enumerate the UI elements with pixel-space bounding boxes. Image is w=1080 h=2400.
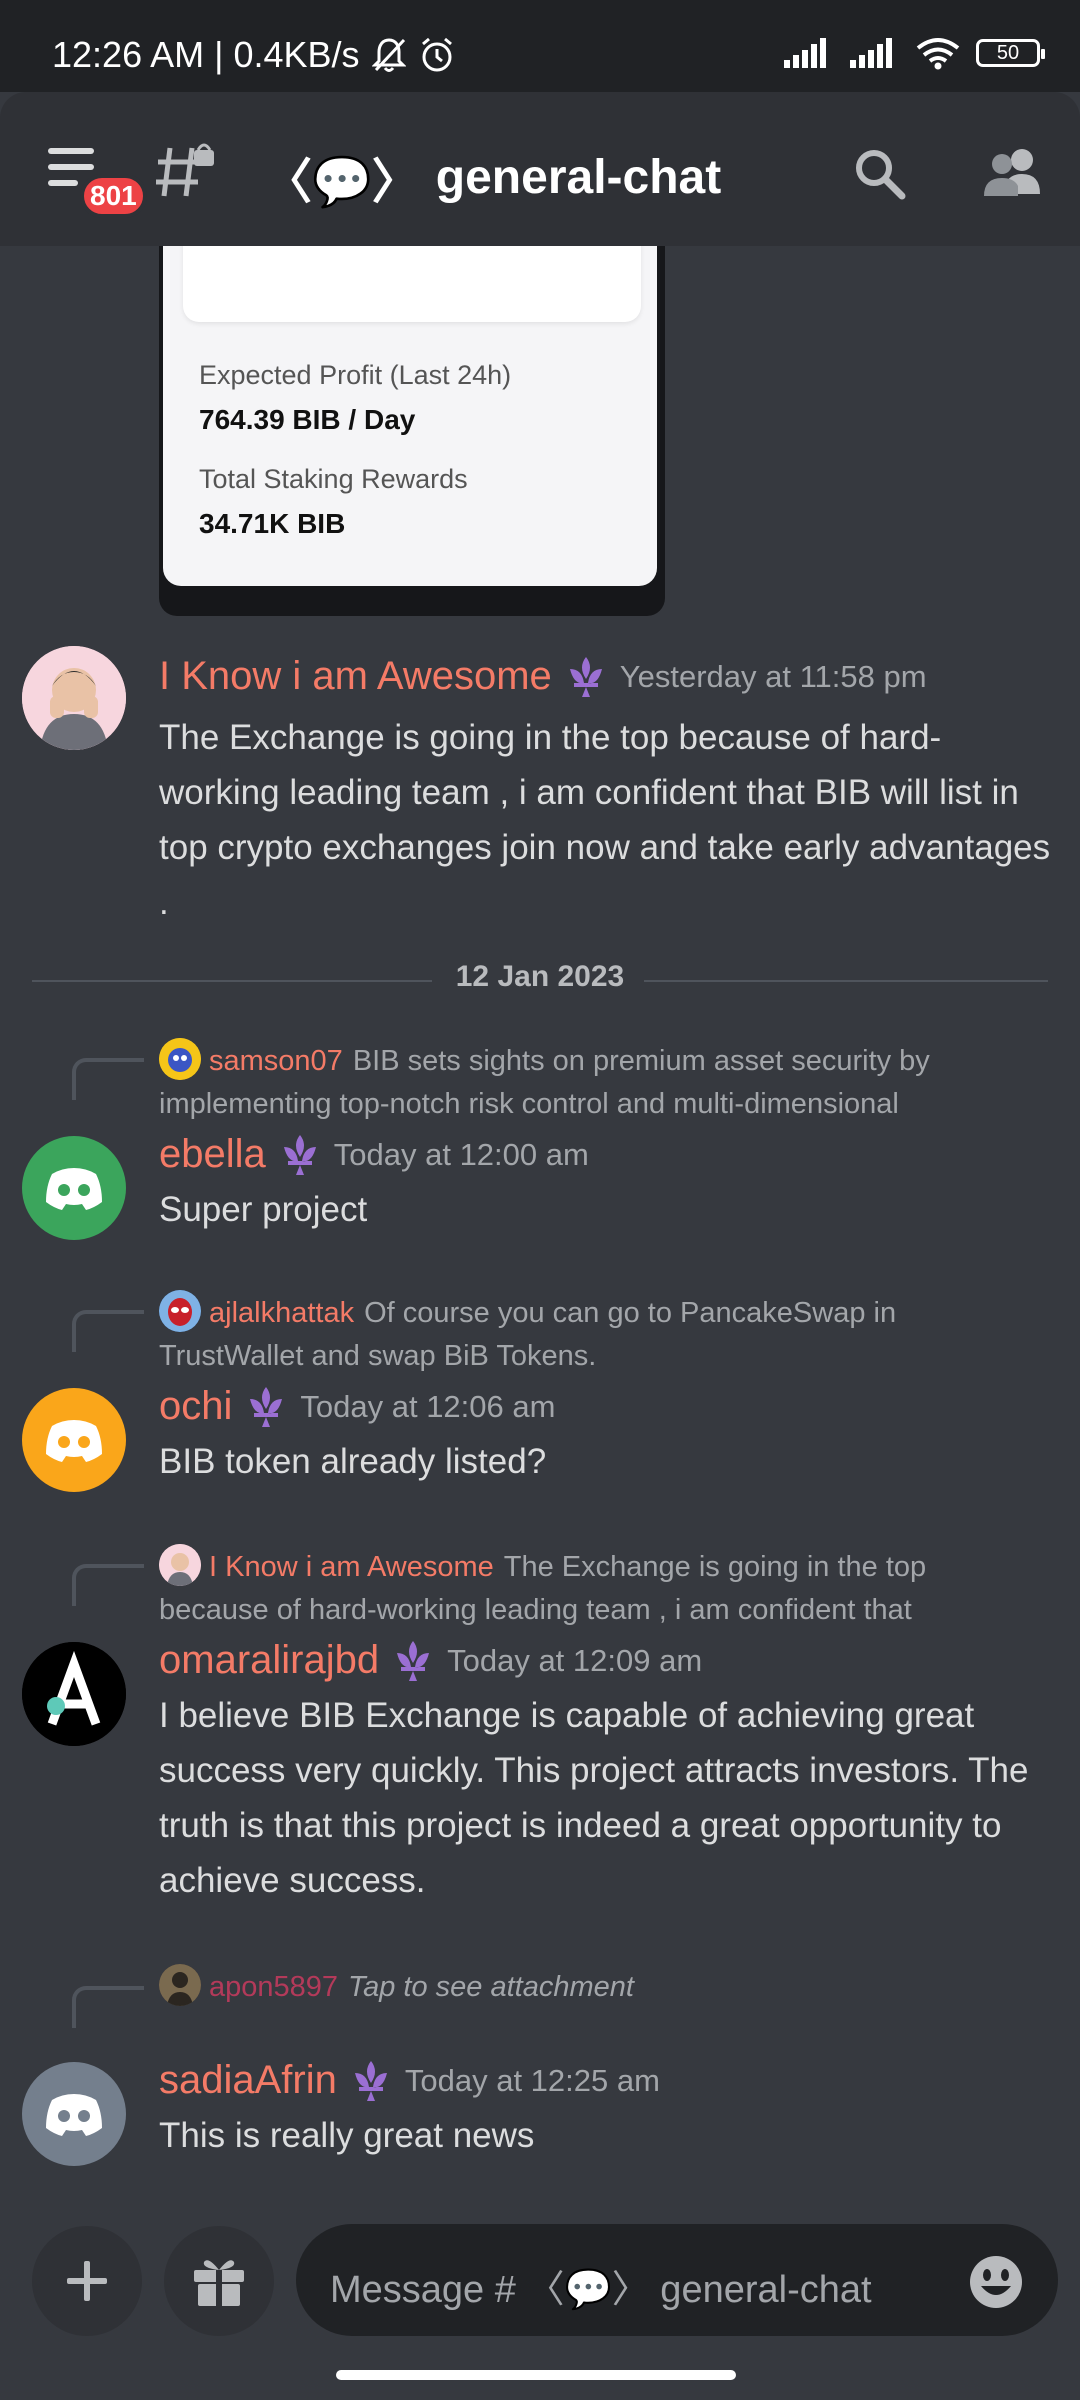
timestamp: Yesterday at 11:58 pm	[619, 658, 927, 694]
emoji-icon[interactable]	[968, 2254, 1024, 2310]
reply-preview[interactable]: ajlalkhattak Of course you can go to Panc…	[159, 1290, 1039, 1378]
reply-preview[interactable]: apon5897 Tap to see attachment	[159, 1964, 1039, 2009]
username[interactable]: omaralirajbd	[159, 1638, 379, 1683]
battery-indicator: 50	[976, 39, 1045, 67]
user-photo-icon	[159, 1544, 201, 1586]
reply-connector	[72, 1310, 144, 1352]
reply-avatar	[159, 1038, 201, 1080]
discord-logo-icon	[46, 1420, 102, 1462]
home-indicator[interactable]	[336, 2370, 736, 2380]
user-photo-icon	[22, 646, 126, 750]
avatar[interactable]	[22, 2062, 126, 2166]
reply-connector	[72, 1058, 144, 1100]
username[interactable]: ochi	[159, 1384, 232, 1429]
plus-icon	[67, 2261, 107, 2301]
username[interactable]: sadiaAfrin	[159, 2058, 337, 2103]
search-icon[interactable]	[852, 146, 908, 202]
channel-emoji-prefix: 〈💬〉	[264, 156, 420, 209]
reply-preview[interactable]: samson07 BIB sets sights on premium asset…	[159, 1038, 1039, 1126]
add-attachment-button[interactable]	[32, 2226, 142, 2336]
timestamp: Today at 12:00 am	[333, 1136, 589, 1172]
status-time: 12:26 AM | 0.4KB/s	[52, 34, 360, 75]
message-header: ebella Today at 12:00 am	[159, 1132, 589, 1177]
message-header: sadiaAfrin Today at 12:25 am	[159, 2058, 660, 2103]
reply-username: ajlalkhattak	[209, 1297, 355, 1329]
reply-username: I Know i am Awesome	[209, 1551, 494, 1583]
image-attachment[interactable]: Expected Profit (Last 24h) 764.39 BIB / …	[159, 246, 665, 616]
timestamp: Today at 12:09 am	[447, 1642, 703, 1678]
members-icon[interactable]	[980, 144, 1046, 200]
message-body: The Exchange is going in the top because…	[159, 718, 1051, 922]
timestamp: Today at 12:25 am	[404, 2062, 660, 2098]
attachment-label: Expected Profit (Last 24h)	[199, 360, 512, 390]
reply-avatar	[159, 1544, 201, 1586]
gift-icon	[194, 2260, 244, 2306]
reply-avatar	[159, 1964, 201, 2006]
reply-username: apon5897	[209, 1971, 339, 2003]
channel-title[interactable]: 〈💬〉 general-chat	[264, 142, 721, 212]
message-input[interactable]: Message # 〈💬〉 general-chat	[296, 2224, 1058, 2336]
avatar[interactable]	[22, 1642, 126, 1746]
username[interactable]: I Know i am Awesome	[159, 654, 552, 699]
fleur-de-lis-icon	[250, 1386, 283, 1427]
attachment-value: 764.39 BIB / Day	[199, 404, 416, 435]
notification-badge: 801	[80, 174, 147, 218]
alarm-icon	[421, 37, 452, 72]
discord-logo-icon	[46, 2094, 102, 2136]
attachment-value: 34.71K BIB	[199, 508, 346, 539]
reply-username: samson07	[209, 1045, 343, 1077]
fleur-de-lis-icon	[397, 1640, 430, 1681]
reply-connector	[72, 1564, 144, 1606]
timestamp: Today at 12:06 am	[300, 1388, 556, 1424]
gift-button[interactable]	[164, 2226, 274, 2336]
fleur-de-lis-icon	[283, 1134, 316, 1175]
user-photo-icon	[159, 1964, 201, 2006]
message-body: I believe BIB Exchange is capable of ach…	[159, 1696, 1029, 1900]
channel-name: general-chat	[435, 150, 722, 204]
locked-channel-icon	[156, 143, 214, 197]
status-right: 50	[784, 36, 1045, 70]
attachment-screenshot: Expected Profit (Last 24h) 764.39 BIB / …	[163, 246, 657, 586]
status-left: 12:26 AM | 0.4KB/s	[52, 34, 456, 76]
username[interactable]: ebella	[159, 1132, 266, 1177]
divider-date: 12 Jan 2023	[455, 960, 625, 993]
reply-text: Tap to see attachment	[348, 1971, 634, 2003]
reply-preview[interactable]: I Know i am Awesome The Exchange is going…	[159, 1544, 1039, 1632]
status-bar: 12:26 AM | 0.4KB/s 50	[0, 0, 1080, 92]
message-body: This is really great news	[159, 2116, 535, 2155]
message-body: BIB token already listed?	[159, 1442, 547, 1481]
fleur-de-lis-icon	[354, 2060, 387, 2101]
avatar[interactable]	[22, 646, 126, 750]
signal-icon	[850, 38, 892, 68]
robot-avatar-icon	[159, 1038, 201, 1080]
reply-connector	[72, 1986, 144, 2028]
attachment-card	[183, 246, 641, 322]
avatar[interactable]	[22, 1136, 126, 1240]
mute-bell-icon	[371, 38, 406, 72]
spiderman-avatar-icon	[159, 1290, 201, 1332]
fleur-de-lis-icon	[569, 656, 602, 697]
wifi-icon	[916, 38, 960, 70]
channel-header: 801 〈💬〉 general-chat	[0, 92, 1080, 246]
date-divider: 12 Jan 2023	[32, 960, 1048, 1000]
message-header: omaralirajbd Today at 12:09 am	[159, 1638, 702, 1683]
avatar[interactable]	[22, 1388, 126, 1492]
message-header: ochi Today at 12:06 am	[159, 1384, 555, 1429]
letter-a-logo-icon	[22, 1642, 126, 1746]
signal-icon	[784, 38, 826, 68]
message-list[interactable]: Expected Profit (Last 24h) 764.39 BIB / …	[0, 246, 1080, 2196]
reply-avatar	[159, 1290, 201, 1332]
message-header: I Know i am Awesome Yesterday at 11:58 p…	[159, 654, 927, 699]
attachment-label: Total Staking Rewards	[199, 464, 468, 494]
message-body: Super project	[159, 1190, 368, 1229]
message-placeholder: Message # 〈💬〉 general-chat	[330, 2269, 872, 2311]
discord-logo-icon	[46, 1168, 102, 1210]
